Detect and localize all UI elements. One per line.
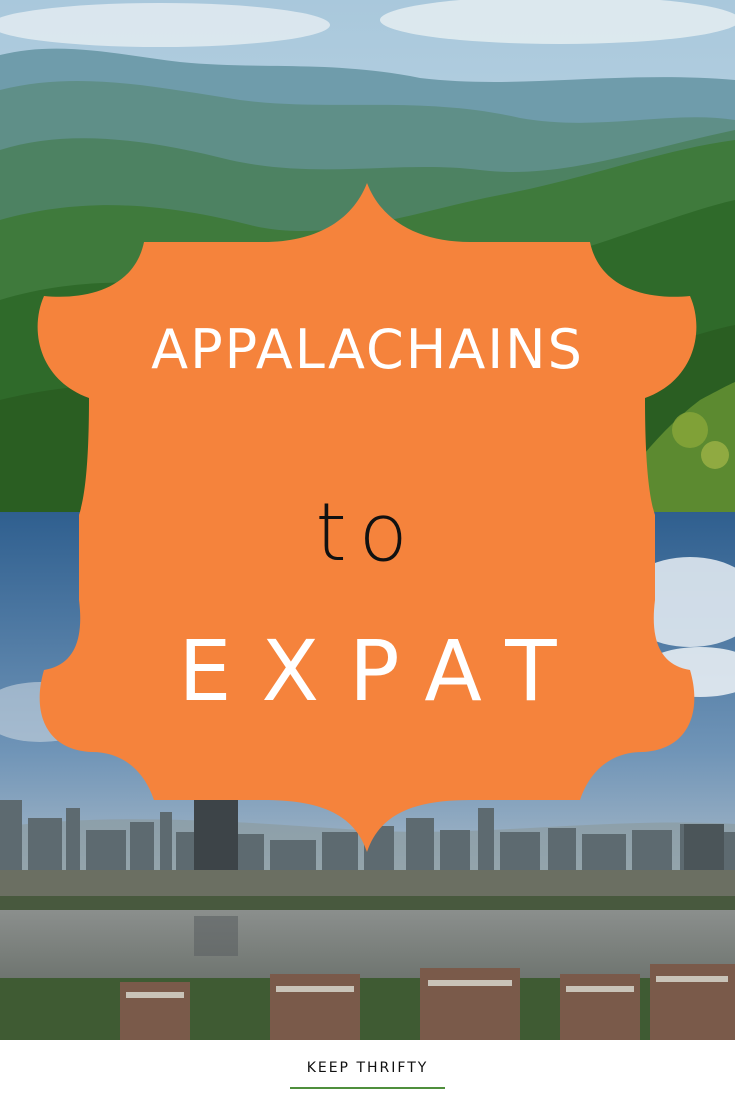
title-line-1: APPALACHAINS [151, 318, 584, 381]
title-line-2: to [315, 486, 420, 579]
title-line-3: EXPAT [178, 622, 587, 720]
pin-graphic: APPALACHAINS to EXPAT KEEP THRIFTY [0, 0, 735, 1102]
brand-name: KEEP THRIFTY [306, 1060, 429, 1076]
brand-underline [290, 1087, 445, 1089]
